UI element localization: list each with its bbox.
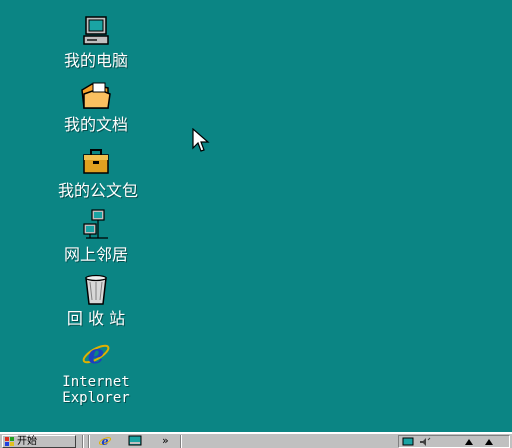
start-label: 开始 — [17, 436, 37, 447]
briefcase-icon — [83, 149, 109, 174]
svg-text:e: e — [102, 435, 109, 447]
quick-launch-chevron[interactable]: » — [162, 434, 169, 447]
desktop[interactable]: 我的电脑 我的文档 我的公文包 网上邻居 回 收 站 e Internet Ex… — [0, 0, 512, 448]
desktop-icon-internet-explorer[interactable]: e Internet Explorer — [58, 336, 134, 406]
display-icon[interactable] — [402, 437, 414, 447]
desktop-icon-network-neighborhood[interactable]: 网上邻居 — [58, 208, 134, 264]
icon-label: Internet Explorer — [62, 374, 130, 406]
desktop-icon-recycle-bin[interactable]: 回 收 站 — [58, 272, 134, 328]
arrow-up-icon[interactable] — [463, 437, 475, 447]
arrow-up-icon[interactable] — [483, 437, 495, 447]
taskbar-divider — [88, 435, 90, 448]
taskbar-divider — [180, 435, 182, 448]
volume-icon[interactable] — [419, 437, 431, 447]
system-tray — [398, 435, 510, 448]
icon-label: 我的电脑 — [63, 51, 128, 70]
icon-label: 我的文档 — [63, 115, 128, 134]
desktop-icon-my-briefcase[interactable]: 我的公文包 — [58, 144, 139, 200]
windows-logo-icon — [5, 437, 14, 446]
computer-icon — [83, 16, 109, 45]
icon-label: 回 收 站 — [66, 309, 126, 328]
show-desktop-icon[interactable] — [128, 435, 142, 447]
ie-icon[interactable]: e — [98, 435, 112, 447]
ie-icon: e — [82, 340, 110, 370]
start-button[interactable]: 开始 — [2, 435, 76, 448]
icon-label: 我的公文包 — [58, 181, 139, 200]
taskbar-divider — [82, 435, 84, 448]
folder-icon — [81, 82, 111, 109]
network-icon — [83, 209, 108, 239]
recycle-bin-icon — [85, 274, 107, 305]
desktop-icon-my-documents[interactable]: 我的文档 — [58, 78, 134, 134]
taskbar: 开始 e » — [0, 432, 512, 448]
icon-label: 网上邻居 — [63, 245, 128, 264]
desktop-icon-my-computer[interactable]: 我的电脑 — [58, 14, 134, 70]
mouse-pointer-icon — [192, 128, 210, 152]
svg-text:e: e — [88, 340, 105, 370]
